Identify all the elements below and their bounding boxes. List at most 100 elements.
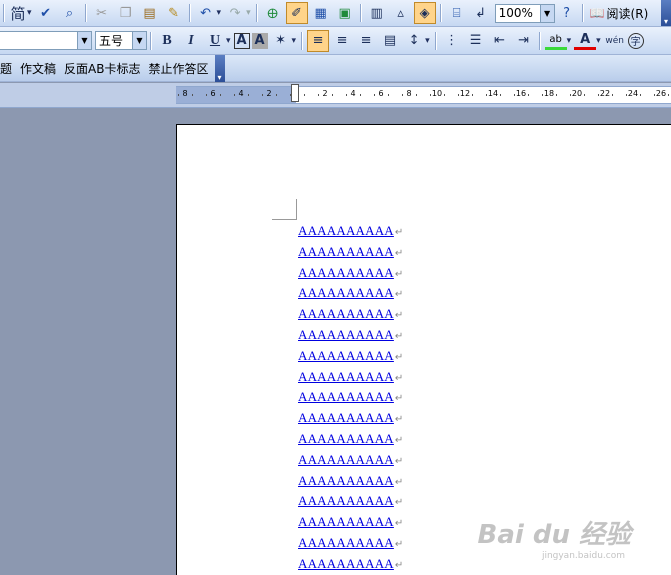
enclose-characters-button[interactable]: 字 [627,32,644,49]
line-spacing-icon[interactable]: ↕ [403,30,425,52]
line-text: AAAAAAAAAA [298,493,394,509]
ruler-tick [346,94,347,96]
zoom-combo[interactable]: 100% ▼ [494,3,555,23]
paragraph-mark-icon: ↵ [394,497,404,509]
line-text: AAAAAAAAAA [298,347,394,363]
paragraph-mark-icon: ↵ [394,435,404,446]
insert-excel-icon[interactable]: ▣ [334,2,356,24]
phonetic-guide-button[interactable]: wén [604,30,626,52]
character-border-button[interactable]: A [233,32,250,49]
line-text: AAAAAAAAAA [298,431,394,446]
insert-table-icon[interactable]: ▦ [310,2,332,24]
decrease-indent-icon[interactable]: ⇤ [489,30,511,52]
paste-icon[interactable]: ▤ [139,2,161,24]
document-map-icon[interactable]: ◈ [413,2,436,24]
ruler-label: 24 [627,89,639,98]
toolbar-options-icon[interactable]: ▾ [661,0,671,26]
paragraph-mark-icon: ↵ [394,518,404,530]
simplified-chinese-button[interactable]: 简 [9,2,27,24]
distributed-align-icon[interactable]: ▤ [379,30,401,52]
chevron-down-icon[interactable]: ▾ [596,36,601,46]
toolbar-separator [581,4,584,22]
hyperlink-text-line[interactable]: AAAAAAAAAA↵ [298,556,403,572]
chevron-down-icon[interactable]: ▾ [425,36,430,46]
font-name-combo[interactable]: ▼ [0,31,92,50]
align-left-icon[interactable]: ≡ [307,29,330,52]
toolbar-options-icon[interactable]: ▾ [214,54,225,82]
chevron-down-icon[interactable]: ▾ [292,36,297,46]
paragraph-mark-icon: ↵ [394,289,404,301]
cut-icon[interactable]: ✂ [91,2,113,24]
horizontal-ruler[interactable]: 8 6 4 2 2 4 6 8 10 12 14 16 18 20 22 24 26 [176,84,671,104]
chevron-down-icon[interactable]: ▼ [539,4,554,22]
font-color-button[interactable]: A [574,32,597,50]
hyperlink-text-line[interactable]: AAAAAAAAAA↵ [298,306,403,322]
show-hide-icon[interactable]: ⌸ [446,2,468,24]
chevron-down-icon[interactable]: ▾ [226,36,231,46]
align-center-icon[interactable]: ≡ [331,30,353,52]
copy-icon[interactable]: ❐ [115,2,137,24]
spell-check-icon[interactable]: ✔ [35,2,57,24]
hyperlink-text-line[interactable]: AAAAAAAAAA↵ [298,431,403,447]
hyperlink-text-line[interactable]: AAAAAAAAAA↵ [298,348,403,364]
custom-toolbar-item[interactable]: 作文稿 [20,60,56,77]
hyperlink-text-line[interactable]: AAAAAAAAAA↵ [298,244,403,260]
chevron-down-icon[interactable]: ▾ [217,8,222,18]
custom-toolbar-item[interactable]: 禁止作答区 [148,60,208,77]
read-mode-button[interactable]: 📖 阅读(R) [587,5,652,22]
hyperlink-text-line[interactable]: AAAAAAAAAA↵ [298,265,403,281]
ruler-tick [402,94,403,96]
font-size-combo[interactable]: 五号 ▼ [95,31,147,50]
hyperlink-text-line[interactable]: AAAAAAAAAA↵ [298,493,403,509]
custom-toolbar-item[interactable]: 题 [0,60,12,77]
chevron-down-icon[interactable]: ▾ [27,8,32,18]
help-icon[interactable]: ? [556,2,578,24]
custom-toolbar-item[interactable]: 反面AB卡标志 [64,60,140,77]
highlight-icon[interactable]: ab [544,32,567,50]
tables-borders-icon[interactable]: ✐ [285,2,308,24]
format-painter-icon[interactable]: ✎ [163,2,185,24]
chevron-down-icon[interactable]: ▼ [77,32,91,49]
hyperlink-text-line[interactable]: AAAAAAAAAA↵ [298,327,403,343]
increase-indent-icon[interactable]: ⇥ [513,30,535,52]
ruler-tick [556,94,557,96]
numbering-icon[interactable]: ⋮ [441,30,463,52]
undo-icon[interactable]: ↶ [195,2,217,24]
hyperlink-text-line[interactable]: AAAAAAAAAA↵ [298,223,403,239]
insert-hyperlink-icon[interactable]: 🜨 [262,2,284,24]
align-right-icon[interactable]: ≡ [355,30,377,52]
hyperlink-text-line[interactable]: AAAAAAAAAA↵ [298,389,403,405]
chevron-down-icon[interactable]: ▾ [246,8,251,18]
ruler-label: 16 [515,89,527,98]
research-icon[interactable]: ⌕ [59,2,81,24]
redo-icon[interactable]: ↷ [224,2,246,24]
formatting-toolbar: ▼ 五号 ▼ B I U ▾ A A ✶ ▾ ≡ ≡ ≡ ▤ ↕ ▾ ⋮ ☰ ⇤… [0,27,671,55]
italic-button[interactable]: I [180,30,202,52]
paragraph-mark-icon: ↵ [394,310,404,322]
paragraph-mark-icon[interactable]: ↲ [470,2,492,24]
bullets-icon[interactable]: ☰ [465,30,487,52]
toolbar-separator [439,4,442,22]
columns-icon[interactable]: ▥ [366,2,388,24]
chevron-down-icon[interactable]: ▾ [567,36,572,46]
hyperlink-text-line[interactable]: AAAAAAAAAA↵ [298,285,403,301]
chevron-down-icon[interactable]: ▼ [132,32,146,49]
character-shading-button[interactable]: A [251,32,268,49]
ruler-left-margin [176,87,296,103]
hyperlink-text-line[interactable]: AAAAAAAAAA↵ [298,410,403,426]
toolbar-separator [84,4,87,22]
document-area[interactable]: AAAAAAAAAA↵ AAAAAAAAAA↵ AAAAAAAAAA↵ AAAAAAA… [0,108,671,575]
hyperlink-text-line[interactable]: AAAAAAAAAA↵ [298,473,403,489]
indent-marker-icon[interactable] [291,84,300,104]
hyperlink-text-line[interactable]: AAAAAAAAAA↵ [298,369,403,385]
underline-button[interactable]: U [204,30,226,52]
hyperlink-text-line[interactable]: AAAAAAAAAA↵ [298,452,403,468]
bold-button[interactable]: B [156,30,178,52]
drawing-icon[interactable]: ▵ [390,2,412,24]
toolbar-separator [538,31,541,50]
zoom-value: 100% [498,6,533,20]
hyperlink-text-line[interactable]: AAAAAAAAAA↵ [298,535,403,551]
hyperlink-text-line[interactable]: AAAAAAAAAA↵ [298,514,403,530]
text-effects-icon[interactable]: ✶ [270,30,292,52]
document-page[interactable]: AAAAAAAAAA↵ AAAAAAAAAA↵ AAAAAAAAAA↵ AAAAAAA… [176,124,671,575]
